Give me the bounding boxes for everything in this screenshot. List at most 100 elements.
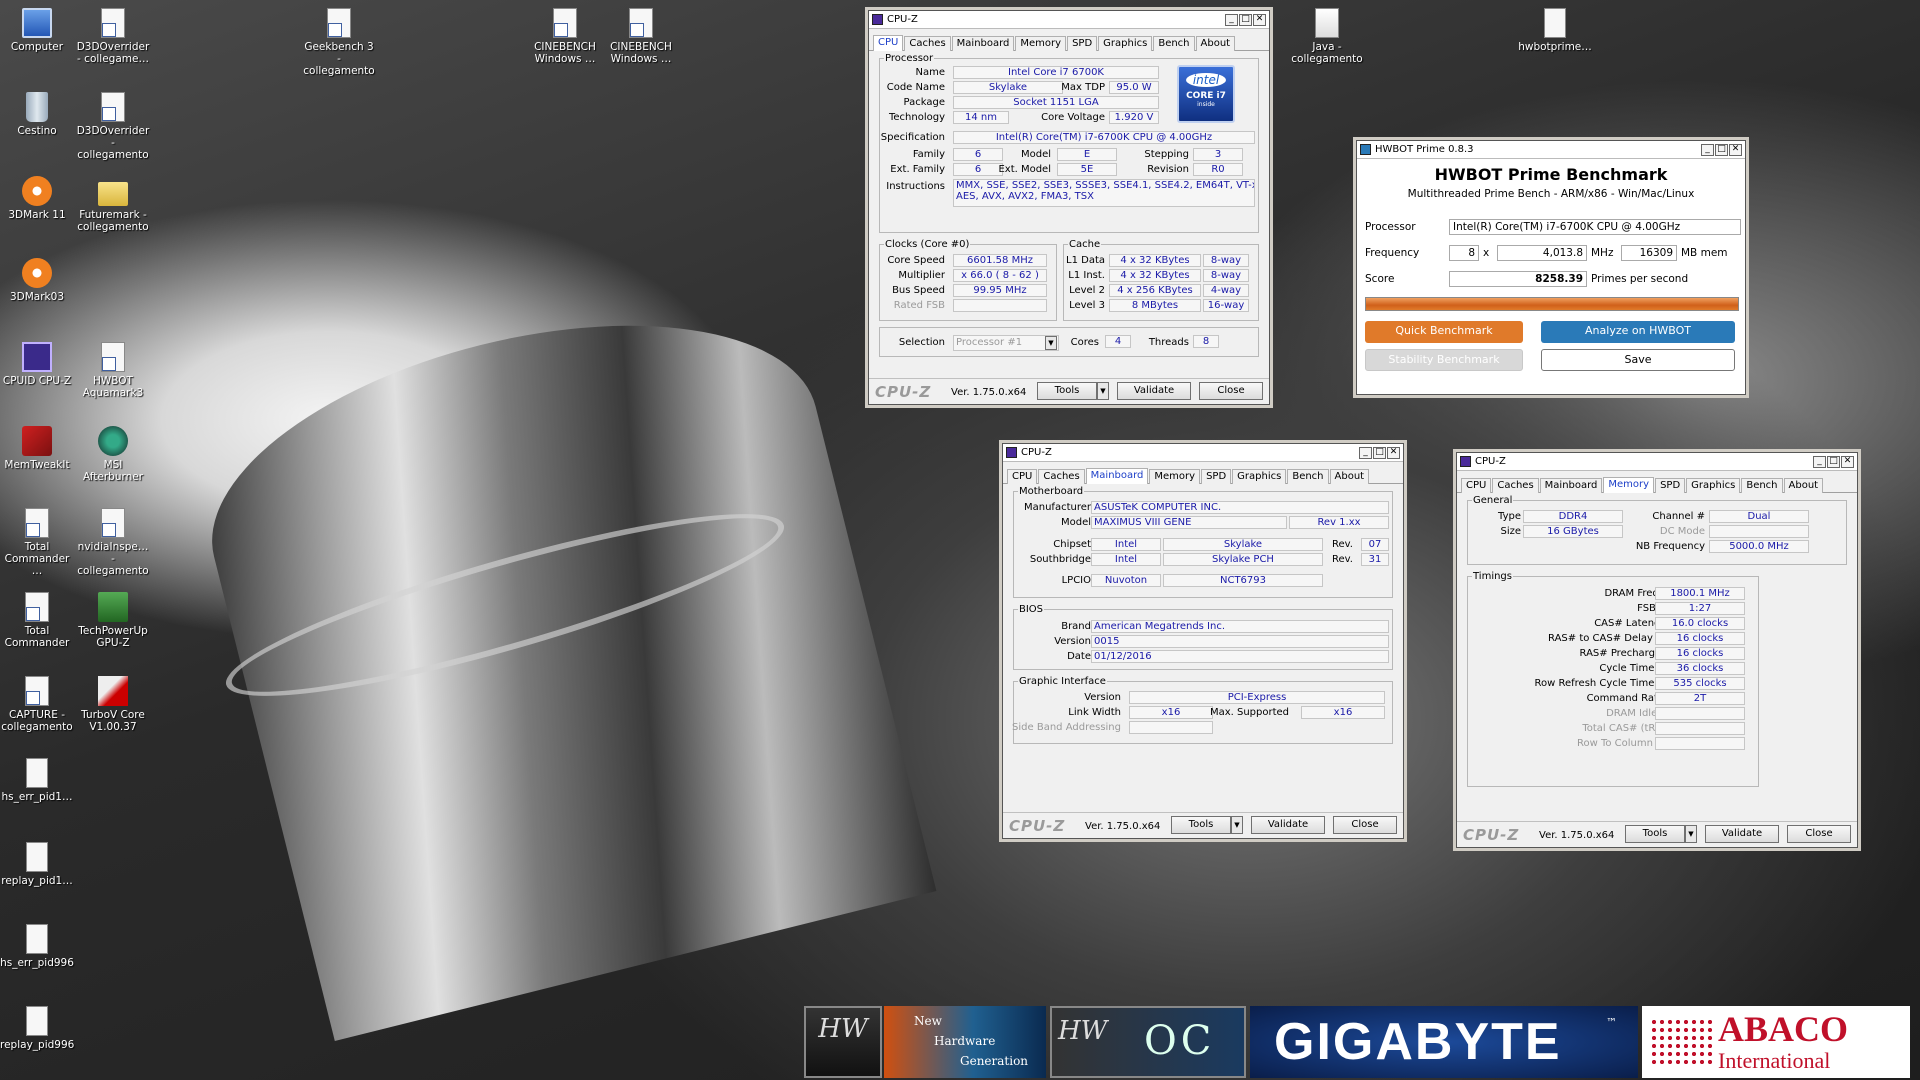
tab-graphics[interactable]: Graphics <box>1686 478 1741 493</box>
tab-about[interactable]: About <box>1195 36 1236 51</box>
tab-spd[interactable]: SPD <box>1655 478 1686 493</box>
desktop-icon[interactable]: replay_pid996 <box>0 1006 74 1051</box>
desktop-icon[interactable]: CINEBENCH Windows … <box>604 8 678 65</box>
tab-bench[interactable]: Bench <box>1741 478 1783 493</box>
computer-icon <box>22 8 52 38</box>
timing-value: 1:27 <box>1655 602 1745 615</box>
save-button[interactable]: Save <box>1541 349 1735 371</box>
title-bar[interactable]: HWBOT Prime 0.8.3 _ □ ✕ <box>1357 141 1745 159</box>
close-window-button[interactable]: ✕ <box>1253 13 1266 26</box>
hwbot-prime-window[interactable]: HWBOT Prime 0.8.3 _ □ ✕ HWBOT Prime Benchma… <box>1353 137 1749 398</box>
desktop-icon[interactable]: hs_err_pid996 <box>0 924 74 969</box>
max-supported-label: Max. Supported <box>1209 707 1289 718</box>
desktop-icon[interactable]: TurboV Core V1.00.37 <box>76 676 150 733</box>
desktop-icon-label: hwbotprime… <box>1518 41 1592 53</box>
tab-mainboard[interactable]: Mainboard <box>1539 478 1603 493</box>
tools-dropdown-icon[interactable]: ▼ <box>1231 816 1243 834</box>
title-bar[interactable]: CPU-Z _ □ ✕ <box>1003 444 1403 462</box>
desktop-icon[interactable]: Total Commander <box>0 592 74 649</box>
close-window-button[interactable]: ✕ <box>1841 455 1854 468</box>
desktop-icon[interactable]: CPUID CPU-Z <box>0 342 74 387</box>
desktop-icon[interactable]: nvidiaInspe… - collegamento <box>76 508 150 577</box>
maximize-button[interactable]: □ <box>1715 143 1728 156</box>
stability-benchmark-button[interactable]: Stability Benchmark <box>1365 349 1523 371</box>
desktop-icon[interactable]: 3DMark03 <box>0 258 74 303</box>
desktop-icon[interactable]: MSI Afterburner <box>76 426 150 483</box>
desktop-icon[interactable]: D3DOverrider - collegamento <box>76 92 150 161</box>
tab-mainboard[interactable]: Mainboard <box>951 36 1015 51</box>
maximize-button[interactable]: □ <box>1373 446 1386 459</box>
desktop-icon[interactable]: Geekbench 3 - collegamento <box>302 8 376 77</box>
cpuz-window-mainboard[interactable]: CPU-Z _ □ ✕ CPU Caches Mainboard Memory SPD Grap… <box>999 440 1407 842</box>
close-button[interactable]: Close <box>1333 816 1397 834</box>
tab-spd[interactable]: SPD <box>1067 36 1098 51</box>
l1-inst-value: 4 x 32 KBytes <box>1109 269 1201 282</box>
tab-spd[interactable]: SPD <box>1201 469 1232 484</box>
minimize-button[interactable]: _ <box>1701 143 1714 156</box>
tools-button[interactable]: Tools <box>1171 816 1231 834</box>
timing-value <box>1655 707 1745 720</box>
tab-graphics[interactable]: Graphics <box>1232 469 1287 484</box>
primes-per-second-unit: Primes per second <box>1591 273 1689 285</box>
desktop-icon[interactable]: MemTweakIt <box>0 426 74 471</box>
new-hardware-generation-logo: New Hardware Generation <box>884 1006 1046 1078</box>
tab-graphics[interactable]: Graphics <box>1098 36 1153 51</box>
desktop-icon[interactable]: hs_err_pid1… <box>0 758 74 803</box>
tab-caches[interactable]: Caches <box>1492 478 1539 493</box>
title-bar[interactable]: CPU-Z _ □ ✕ <box>869 11 1269 29</box>
gigabyte-logo: GIGABYTE ™ <box>1250 1006 1638 1078</box>
validate-button[interactable]: Validate <box>1705 825 1779 843</box>
desktop-icon[interactable]: CAPTURE - collegamento <box>0 676 74 733</box>
close-window-button[interactable]: ✕ <box>1729 143 1742 156</box>
desktop-icon[interactable]: replay_pid1… <box>0 842 74 887</box>
desktop-icon[interactable]: Java - collegamento <box>1290 8 1364 65</box>
desktop-icon[interactable]: Computer <box>0 8 74 53</box>
title-bar[interactable]: CPU-Z _ □ ✕ <box>1457 453 1857 471</box>
tools-dropdown-icon[interactable]: ▼ <box>1685 825 1697 843</box>
tools-dropdown-icon[interactable]: ▼ <box>1097 382 1109 400</box>
maximize-button[interactable]: □ <box>1827 455 1840 468</box>
desktop-icon[interactable]: hwbotprime… <box>1518 8 1592 53</box>
graphic-interface-legend: Graphic Interface <box>1019 676 1106 687</box>
tab-memory[interactable]: Memory <box>1015 36 1067 51</box>
minimize-button[interactable]: _ <box>1225 13 1238 26</box>
desktop-icon[interactable]: HWBOT Aquamark3 <box>76 342 150 399</box>
tab-caches[interactable]: Caches <box>904 36 951 51</box>
tab-about[interactable]: About <box>1783 478 1824 493</box>
desktop-icon[interactable]: D3DOverrider - collegame… <box>76 8 150 65</box>
tab-about[interactable]: About <box>1329 469 1370 484</box>
tab-cpu[interactable]: CPU <box>1007 469 1038 484</box>
desktop-icon[interactable]: TechPowerUp GPU-Z <box>76 592 150 649</box>
close-button[interactable]: Close <box>1787 825 1851 843</box>
cpuz-logo: CPU-Z <box>875 383 932 401</box>
chevron-down-icon[interactable]: ▼ <box>1045 336 1057 350</box>
minimize-button[interactable]: _ <box>1813 455 1826 468</box>
validate-button[interactable]: Validate <box>1117 382 1191 400</box>
cpuz-window-cpu[interactable]: CPU-Z _ □ ✕ CPU Caches Mainboard Memory SPD Grap… <box>865 7 1273 408</box>
desktop-icon[interactable]: CINEBENCH Windows … <box>528 8 602 65</box>
tools-button[interactable]: Tools <box>1625 825 1685 843</box>
tab-bench[interactable]: Bench <box>1287 469 1329 484</box>
tab-memory[interactable]: Memory <box>1603 477 1655 493</box>
desktop-icon[interactable]: Futuremark - collegamento <box>76 176 150 233</box>
tab-caches[interactable]: Caches <box>1038 469 1085 484</box>
cpuz-window-memory[interactable]: CPU-Z _ □ ✕ CPU Caches Mainboard Memory SPD Grap… <box>1453 449 1861 851</box>
close-button[interactable]: Close <box>1199 382 1263 400</box>
tab-cpu[interactable]: CPU <box>873 35 904 51</box>
desktop-icon[interactable]: Total Commander … <box>0 508 74 577</box>
tab-bench[interactable]: Bench <box>1153 36 1195 51</box>
tab-memory[interactable]: Memory <box>1149 469 1201 484</box>
close-window-button[interactable]: ✕ <box>1387 446 1400 459</box>
manufacturer-value: ASUSTeK COMPUTER INC. <box>1091 501 1389 514</box>
minimize-button[interactable]: _ <box>1359 446 1372 459</box>
desktop-icon[interactable]: Cestino <box>0 92 74 137</box>
tab-cpu[interactable]: CPU <box>1461 478 1492 493</box>
validate-button[interactable]: Validate <box>1251 816 1325 834</box>
tab-mainboard[interactable]: Mainboard <box>1085 468 1149 484</box>
desktop-icon[interactable]: 3DMark 11 <box>0 176 74 221</box>
analyze-on-hwbot-button[interactable]: Analyze on HWBOT <box>1541 321 1735 343</box>
maximize-button[interactable]: □ <box>1239 13 1252 26</box>
tools-button[interactable]: Tools <box>1037 382 1097 400</box>
quick-benchmark-button[interactable]: Quick Benchmark <box>1365 321 1523 343</box>
processor-select[interactable]: Processor #1 <box>953 335 1059 351</box>
